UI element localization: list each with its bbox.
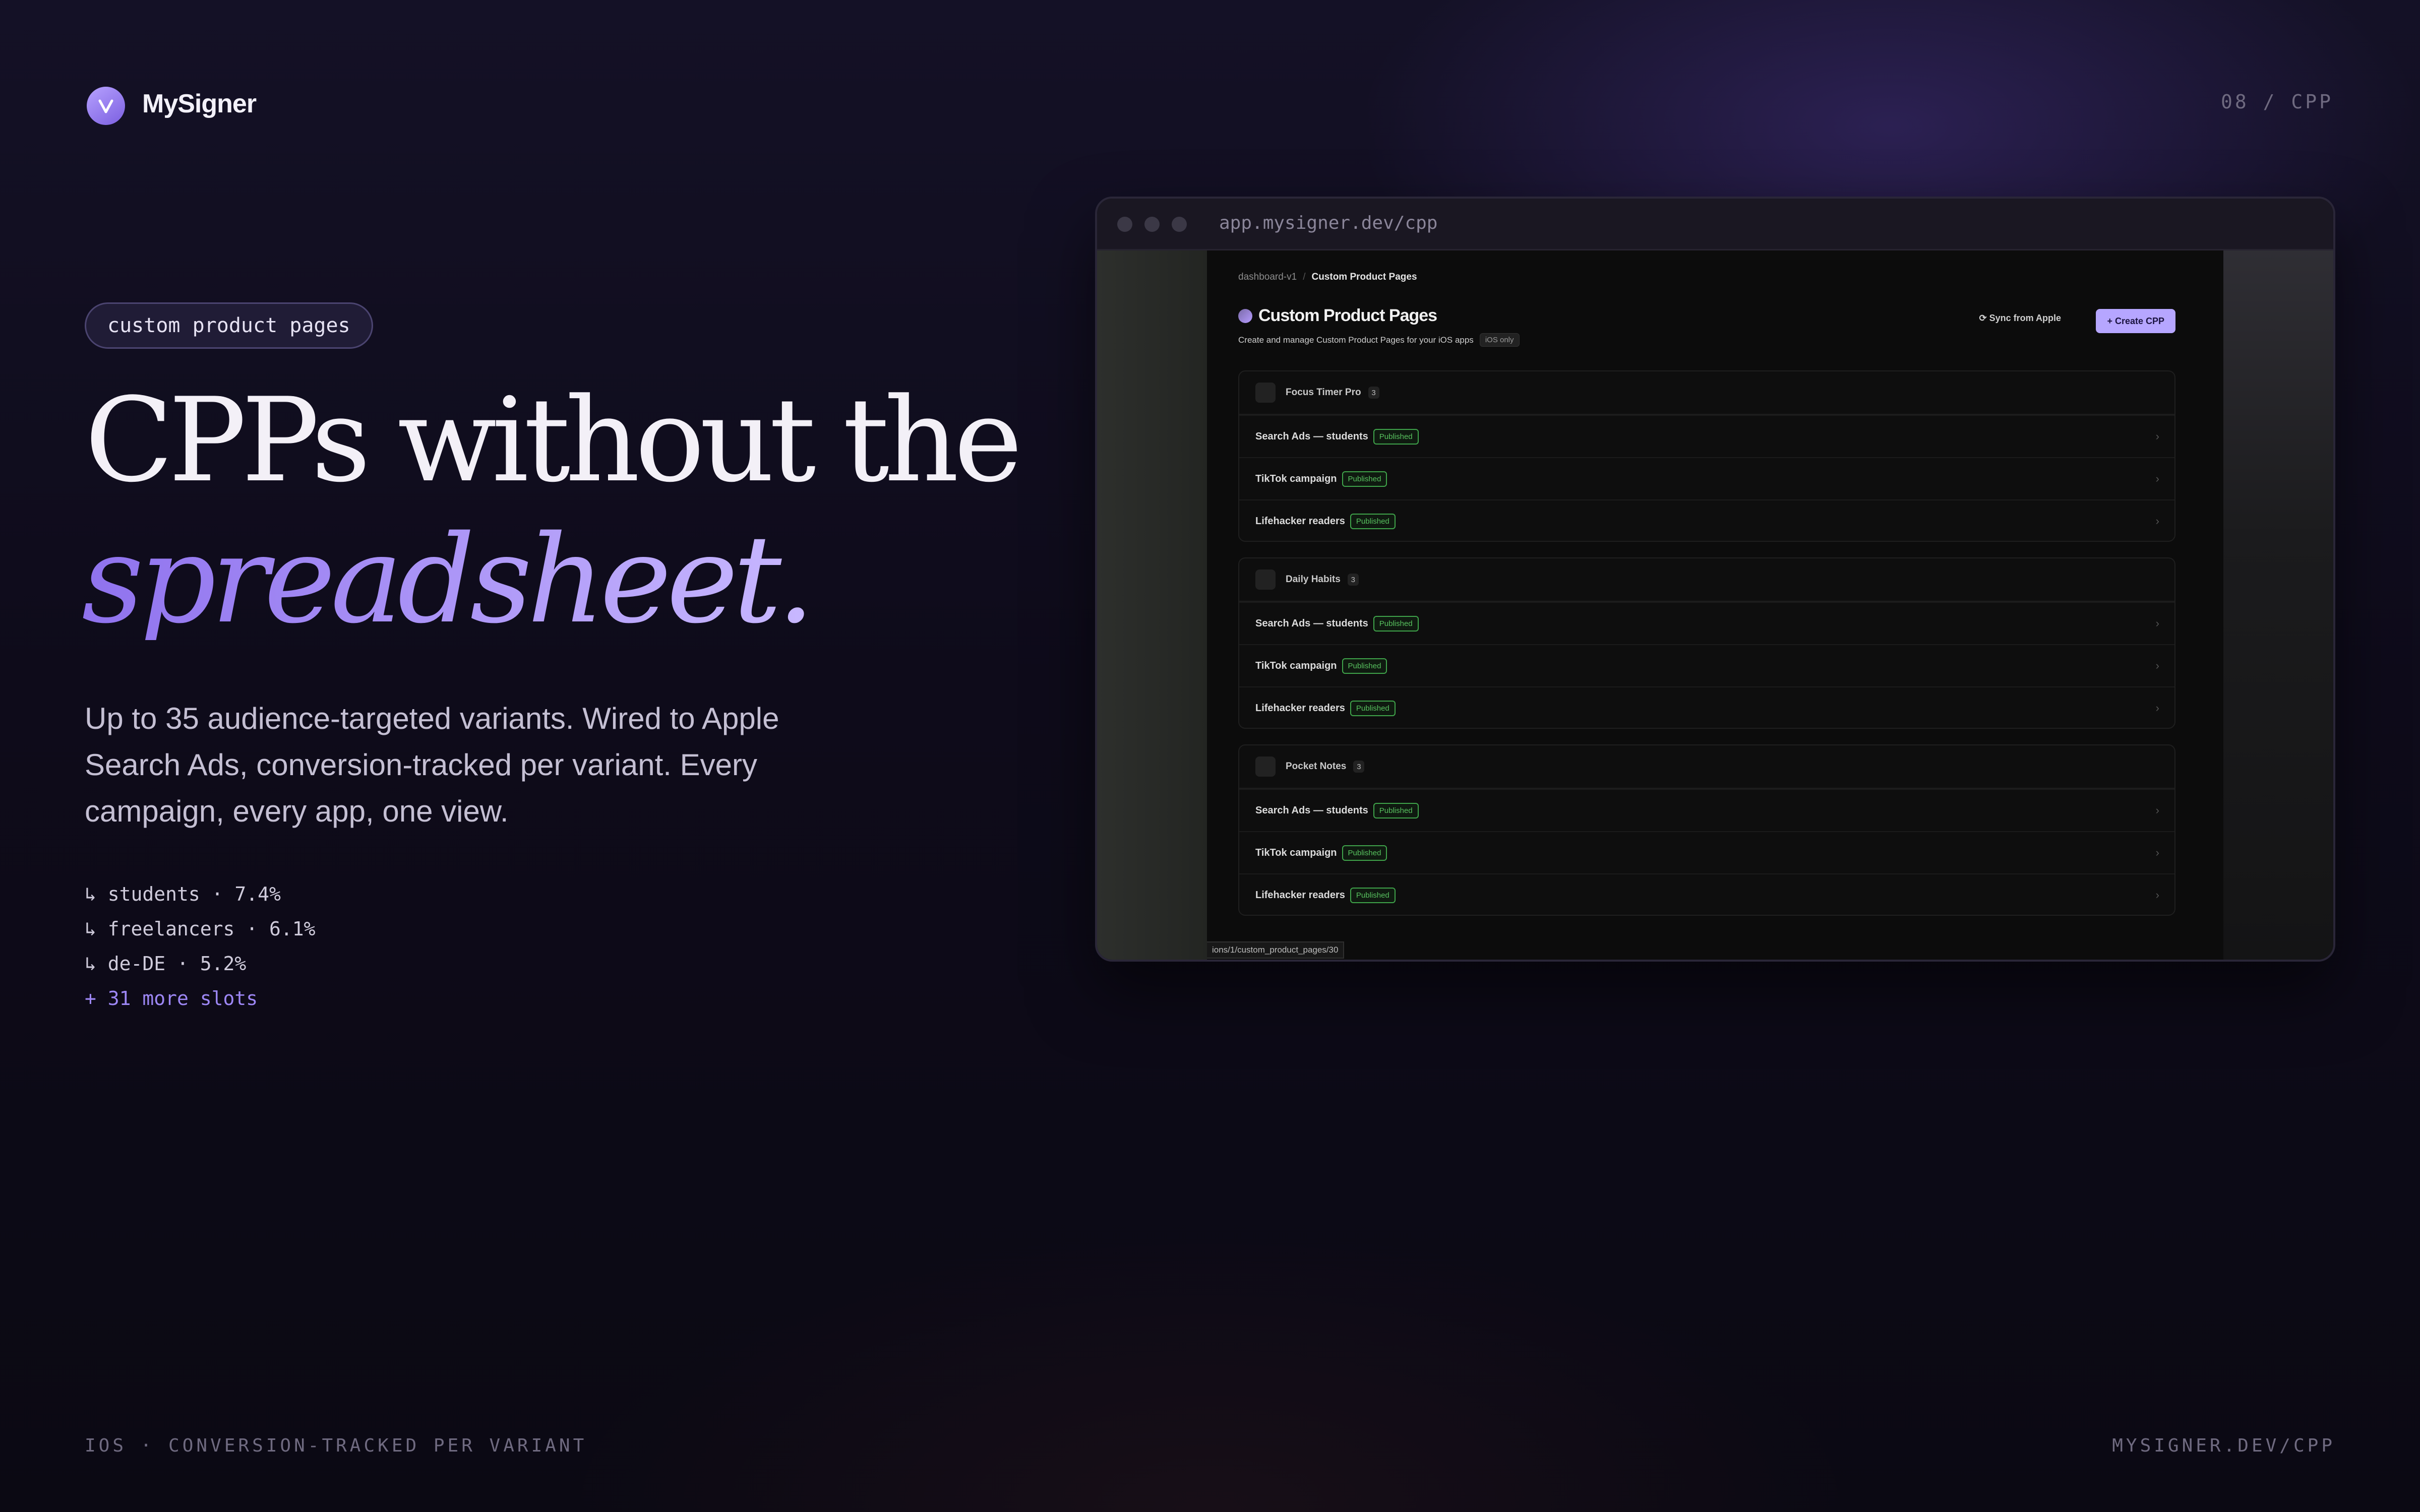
- cpp-count-badge: 3: [1353, 761, 1365, 773]
- stats-list: ↳ students · 7.4% ↳ freelancers · 6.1% ↳…: [85, 877, 316, 1016]
- browser-titlebar: app.mysigner.dev/cpp: [1097, 199, 2333, 250]
- create-cpp-button[interactable]: + Create CPP: [2096, 309, 2175, 333]
- app-group: Pocket Notes 3 Search Ads — students Publis…: [1238, 744, 2175, 916]
- headline-line-1: CPPs without the: [85, 373, 1022, 508]
- stats-more-link[interactable]: + 31 more slots: [85, 981, 316, 1016]
- status-badge: Published: [1342, 471, 1387, 487]
- cpp-row[interactable]: TikTok campaign Published ›: [1239, 644, 2174, 686]
- app-sidebar-left: [1097, 250, 1207, 960]
- chevron-right-icon: ›: [2155, 846, 2159, 859]
- app-icon: [1255, 383, 1276, 403]
- cpp-row[interactable]: Search Ads — students Published ›: [1239, 602, 2174, 644]
- app-icon: [1255, 570, 1276, 590]
- browser-window: app.mysigner.dev/cpp dashboard-v1 / Custom…: [1095, 197, 2335, 962]
- page-title-text: Custom Product Pages: [1258, 306, 1437, 325]
- window-zoom-dot[interactable]: [1172, 217, 1187, 232]
- app-name: Pocket Notes: [1286, 761, 1347, 772]
- cpp-name: TikTok campaign: [1255, 473, 1337, 484]
- app-name: Daily Habits: [1286, 574, 1341, 585]
- cpp-name: Lifehacker readers: [1255, 515, 1345, 527]
- status-badge: Published: [1342, 845, 1387, 861]
- cpp-row[interactable]: TikTok campaign Published ›: [1239, 831, 2174, 873]
- app-group-header[interactable]: Focus Timer Pro 3: [1239, 371, 2174, 415]
- stat-item: ↳ freelancers · 6.1%: [85, 918, 316, 940]
- cpp-name: Lifehacker readers: [1255, 889, 1345, 901]
- footer-right: MYSIGNER.DEV/CPP: [2112, 1435, 2335, 1456]
- app-group-header[interactable]: Daily Habits 3: [1239, 558, 2174, 602]
- breadcrumb-root[interactable]: dashboard-v1: [1238, 272, 1297, 282]
- chevron-right-icon: ›: [2155, 515, 2159, 527]
- address-bar[interactable]: app.mysigner.dev/cpp: [1219, 213, 1437, 233]
- chevron-right-icon: ›: [2155, 659, 2159, 672]
- chevron-right-icon: ›: [2155, 804, 2159, 816]
- cpp-name: TikTok campaign: [1255, 847, 1337, 858]
- chevron-right-icon: ›: [2155, 889, 2159, 901]
- app-group: Daily Habits 3 Search Ads — students Publis…: [1238, 557, 2175, 729]
- window-close-dot[interactable]: [1117, 217, 1132, 232]
- status-badge: Published: [1373, 428, 1419, 445]
- cpp-row[interactable]: Search Ads — students Published ›: [1239, 415, 2174, 457]
- section-pill: custom product pages: [85, 302, 373, 349]
- slide-label: 08 / CPP: [2220, 91, 2333, 113]
- status-badge: Published: [1350, 513, 1396, 529]
- stat-item: ↳ de-DE · 5.2%: [85, 953, 247, 975]
- lede-paragraph: Up to 35 audience-targeted variants. Wir…: [85, 702, 779, 828]
- footer-left: IOS · CONVERSION-TRACKED PER VARIANT: [85, 1435, 587, 1456]
- breadcrumb: dashboard-v1 / Custom Product Pages: [1238, 272, 1417, 283]
- cpp-name: Lifehacker readers: [1255, 702, 1345, 714]
- app-group: Focus Timer Pro 3 Search Ads — students Pub…: [1238, 370, 2175, 542]
- ios-only-chip: iOS only: [1479, 333, 1520, 347]
- palette-icon: [1238, 308, 1252, 323]
- app-screenshot: dashboard-v1 / Custom Product Pages Custom…: [1097, 250, 2333, 960]
- headline-line-2: spreadsheet.: [82, 509, 815, 650]
- cpp-name: Search Ads — students: [1255, 804, 1368, 816]
- cpp-name: Search Ads — students: [1255, 430, 1368, 442]
- status-badge: Published: [1350, 700, 1396, 716]
- cpp-row[interactable]: Lifehacker readers Published ›: [1239, 686, 2174, 728]
- window-minimize-dot[interactable]: [1144, 217, 1160, 232]
- refresh-icon: ⟳: [1979, 313, 1989, 323]
- app-sidebar-right: [2223, 250, 2333, 960]
- breadcrumb-separator: /: [1303, 272, 1306, 282]
- cpp-row[interactable]: Lifehacker readers Published ›: [1239, 499, 2174, 541]
- sync-from-apple-button[interactable]: ⟳ Sync from Apple: [1979, 313, 2061, 324]
- cpp-count-badge: 3: [1368, 387, 1379, 399]
- cpp-row[interactable]: Lifehacker readers Published ›: [1239, 873, 2174, 915]
- status-badge: Published: [1373, 615, 1419, 632]
- chevron-right-icon: ›: [2155, 702, 2159, 714]
- app-group-header[interactable]: Pocket Notes 3: [1239, 745, 2174, 789]
- stat-item: ↳ students · 7.4%: [85, 883, 281, 905]
- link-status-url: ions/1/custom_product_pages/30: [1207, 941, 1345, 959]
- page-subtitle: Create and manage Custom Product Pages f…: [1238, 333, 1520, 347]
- cpp-row[interactable]: Search Ads — students Published ›: [1239, 789, 2174, 831]
- page-title: Custom Product Pages: [1238, 306, 1437, 326]
- cpp-name: TikTok campaign: [1255, 660, 1337, 671]
- logo-v-icon: [98, 99, 113, 113]
- breadcrumb-current: Custom Product Pages: [1311, 272, 1417, 282]
- brand-name: MySigner: [142, 89, 257, 118]
- cpp-name: Search Ads — students: [1255, 617, 1368, 629]
- cpp-row[interactable]: TikTok campaign Published ›: [1239, 457, 2174, 499]
- sync-label: Sync from Apple: [1989, 313, 2061, 323]
- app-icon: [1255, 757, 1276, 777]
- chevron-right-icon: ›: [2155, 472, 2159, 485]
- page-subtitle-text: Create and manage Custom Product Pages f…: [1238, 335, 1474, 345]
- chevron-right-icon: ›: [2155, 430, 2159, 443]
- ios-only-label: iOS only: [1485, 336, 1514, 344]
- status-badge: Published: [1373, 802, 1419, 818]
- status-badge: Published: [1342, 658, 1387, 674]
- status-badge: Published: [1350, 887, 1396, 903]
- chevron-right-icon: ›: [2155, 617, 2159, 629]
- app-main: dashboard-v1 / Custom Product Pages Custom…: [1207, 250, 2223, 960]
- brand-logo: [87, 87, 125, 125]
- app-name: Focus Timer Pro: [1286, 387, 1361, 398]
- cpp-count-badge: 3: [1347, 574, 1359, 586]
